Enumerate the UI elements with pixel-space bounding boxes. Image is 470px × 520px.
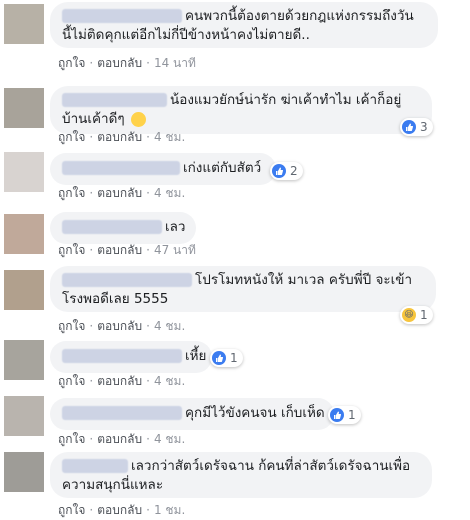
reply-link[interactable]: ตอบกลับ [97,56,142,70]
reaction-number: 1 [348,408,356,422]
timestamp[interactable]: 4 ชม. [154,186,185,200]
timestamp[interactable]: 1 ชม. [154,503,185,517]
comment-text: เหี้ย [185,348,207,364]
timestamp[interactable]: 4 ชม. [154,432,185,446]
comment-text-line2: ความสนุกนี่แหละ [62,477,164,493]
comment-actions: ถูกใจ · ตอบกลับ · 1 ชม. [58,503,186,517]
reaction-count[interactable]: 2 [270,162,303,180]
comment-actions: ถูกใจ · ตอบกลับ · 4 ชม. [58,319,186,333]
reaction-number: 3 [420,120,428,134]
commenter-name[interactable] [62,273,192,287]
comment-actions: ถูกใจ · ตอบกลับ · 4 ชม. [58,374,186,388]
commenter-name[interactable] [62,459,128,473]
commenter-name[interactable] [62,349,182,363]
like-link[interactable]: ถูกใจ [58,130,85,144]
haha-icon: 😆 [402,308,416,322]
timestamp[interactable]: 47 นาที [154,243,196,257]
comment-text: เก่งแต่กับสัตว์ [183,160,262,176]
comment-text-line2: นี้ไม่ติดคุกแต่อีกไม่กี่ปีข้างหน้าคงไม่ต… [62,27,310,43]
like-link[interactable]: ถูกใจ [58,243,85,257]
reply-link[interactable]: ตอบกลับ [97,186,142,200]
reaction-number: 2 [290,164,298,178]
like-icon [212,351,226,365]
comment-bubble: เหี้ย [50,341,212,373]
comment-actions: ถูกใจ · ตอบกลับ · 4 ชม. [58,432,186,446]
comment-bubble: คนพวกนี้ต้องตายด้วยกฎแห่งกรรมถึงวัน นี้ไ… [50,2,438,48]
comment-text: น้องแมวยักษ์น่ารัก ฆ่าเค้าทำไม เค้าก็อยู… [170,92,402,108]
comment-text: โปรโมทหนังให้ มาเวล ครับพี่ปี จะเข้า [195,272,413,288]
reply-link[interactable]: ตอบกลับ [97,432,142,446]
commenter-name[interactable] [62,161,180,175]
comment-text: คนพวกนี้ต้องตายด้วยกฎแห่งกรรมถึงวัน [185,8,414,24]
reaction-count[interactable]: 1 [210,349,243,367]
comment-actions: ถูกใจ · ตอบกลับ · 4 ชม. [58,130,186,144]
avatar[interactable] [4,396,44,436]
reaction-count[interactable]: 3 [400,118,433,136]
avatar[interactable] [4,452,44,492]
comment-actions: ถูกใจ · ตอบกลับ · 47 นาที [58,243,196,257]
reply-link[interactable]: ตอบกลับ [97,374,142,388]
reaction-count[interactable]: 😆 1 [400,306,433,324]
comment-actions: ถูกใจ · ตอบกลับ · 4 ชม. [58,186,186,200]
like-icon [330,408,344,422]
comment-text: คุกมีไว้ขังคนจน เก็บเห็ด [185,405,325,421]
avatar[interactable] [4,88,44,128]
like-link[interactable]: ถูกใจ [58,56,85,70]
avatar[interactable] [4,4,44,44]
timestamp[interactable]: 4 ชม. [154,374,185,388]
timestamp[interactable]: 4 ชม. [154,319,185,333]
comment-bubble: น้องแมวยักษ์น่ารัก ฆ่าเค้าทำไม เค้าก็อยู… [50,86,432,134]
comment-bubble: เลวกว่าสัตว์เดรัจฉาน ก้คนที่ล่าสัตว์เดรั… [50,452,432,498]
timestamp[interactable]: 14 นาที [154,56,196,70]
timestamp[interactable]: 4 ชม. [154,130,185,144]
comment-text-line2: บ้านเค้าดีๆ [62,111,125,127]
reaction-number: 1 [420,308,428,322]
like-icon [402,120,416,134]
commenter-name[interactable] [62,93,167,107]
like-link[interactable]: ถูกใจ [58,374,85,388]
comment-bubble: เลว [50,212,196,244]
like-link[interactable]: ถูกใจ [58,319,85,333]
reply-link[interactable]: ตอบกลับ [97,243,142,257]
crying-emoji-icon [130,111,146,127]
comment-text-line2: โรงพอดีเลย 5555 [62,291,169,307]
avatar[interactable] [4,270,44,310]
comment-actions: ถูกใจ · ตอบกลับ · 14 นาที [58,56,196,70]
like-icon [272,164,286,178]
reply-link[interactable]: ตอบกลับ [97,130,142,144]
commenter-name[interactable] [62,220,162,234]
avatar[interactable] [4,214,44,254]
comment-text: เลวกว่าสัตว์เดรัจฉาน ก้คนที่ล่าสัตว์เดรั… [131,458,411,474]
like-link[interactable]: ถูกใจ [58,503,85,517]
reaction-number: 1 [230,351,238,365]
reply-link[interactable]: ตอบกลับ [97,503,142,517]
reply-link[interactable]: ตอบกลับ [97,319,142,333]
comment-bubble: เก่งแต่กับสัตว์ [50,153,276,185]
comment-bubble: คุกมีไว้ขังคนจน เก็บเห็ด [50,398,334,430]
commenter-name[interactable] [62,406,182,420]
like-link[interactable]: ถูกใจ [58,186,85,200]
comment-bubble: โปรโมทหนังให้ มาเวล ครับพี่ปี จะเข้า โรง… [50,266,436,312]
commenter-name[interactable] [62,9,182,23]
reaction-count[interactable]: 1 [328,406,361,424]
avatar[interactable] [4,152,44,192]
comment-text: เลว [165,219,186,235]
avatar[interactable] [4,340,44,380]
like-link[interactable]: ถูกใจ [58,432,85,446]
